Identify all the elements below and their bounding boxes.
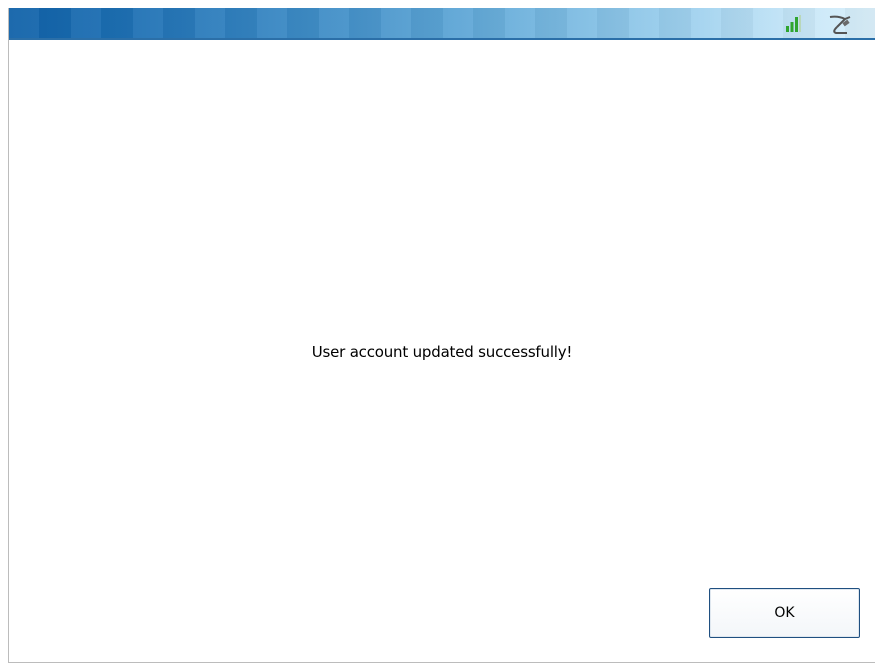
success-message: User account updated successfully! xyxy=(311,343,573,361)
status-bar-pattern xyxy=(9,8,875,38)
signal-strength-icon xyxy=(786,15,801,32)
status-bar xyxy=(9,8,875,40)
ok-button[interactable]: OK xyxy=(709,588,860,638)
dialog-window: User account updated successfully! OK xyxy=(8,8,875,663)
connection-plug-icon xyxy=(829,15,851,34)
